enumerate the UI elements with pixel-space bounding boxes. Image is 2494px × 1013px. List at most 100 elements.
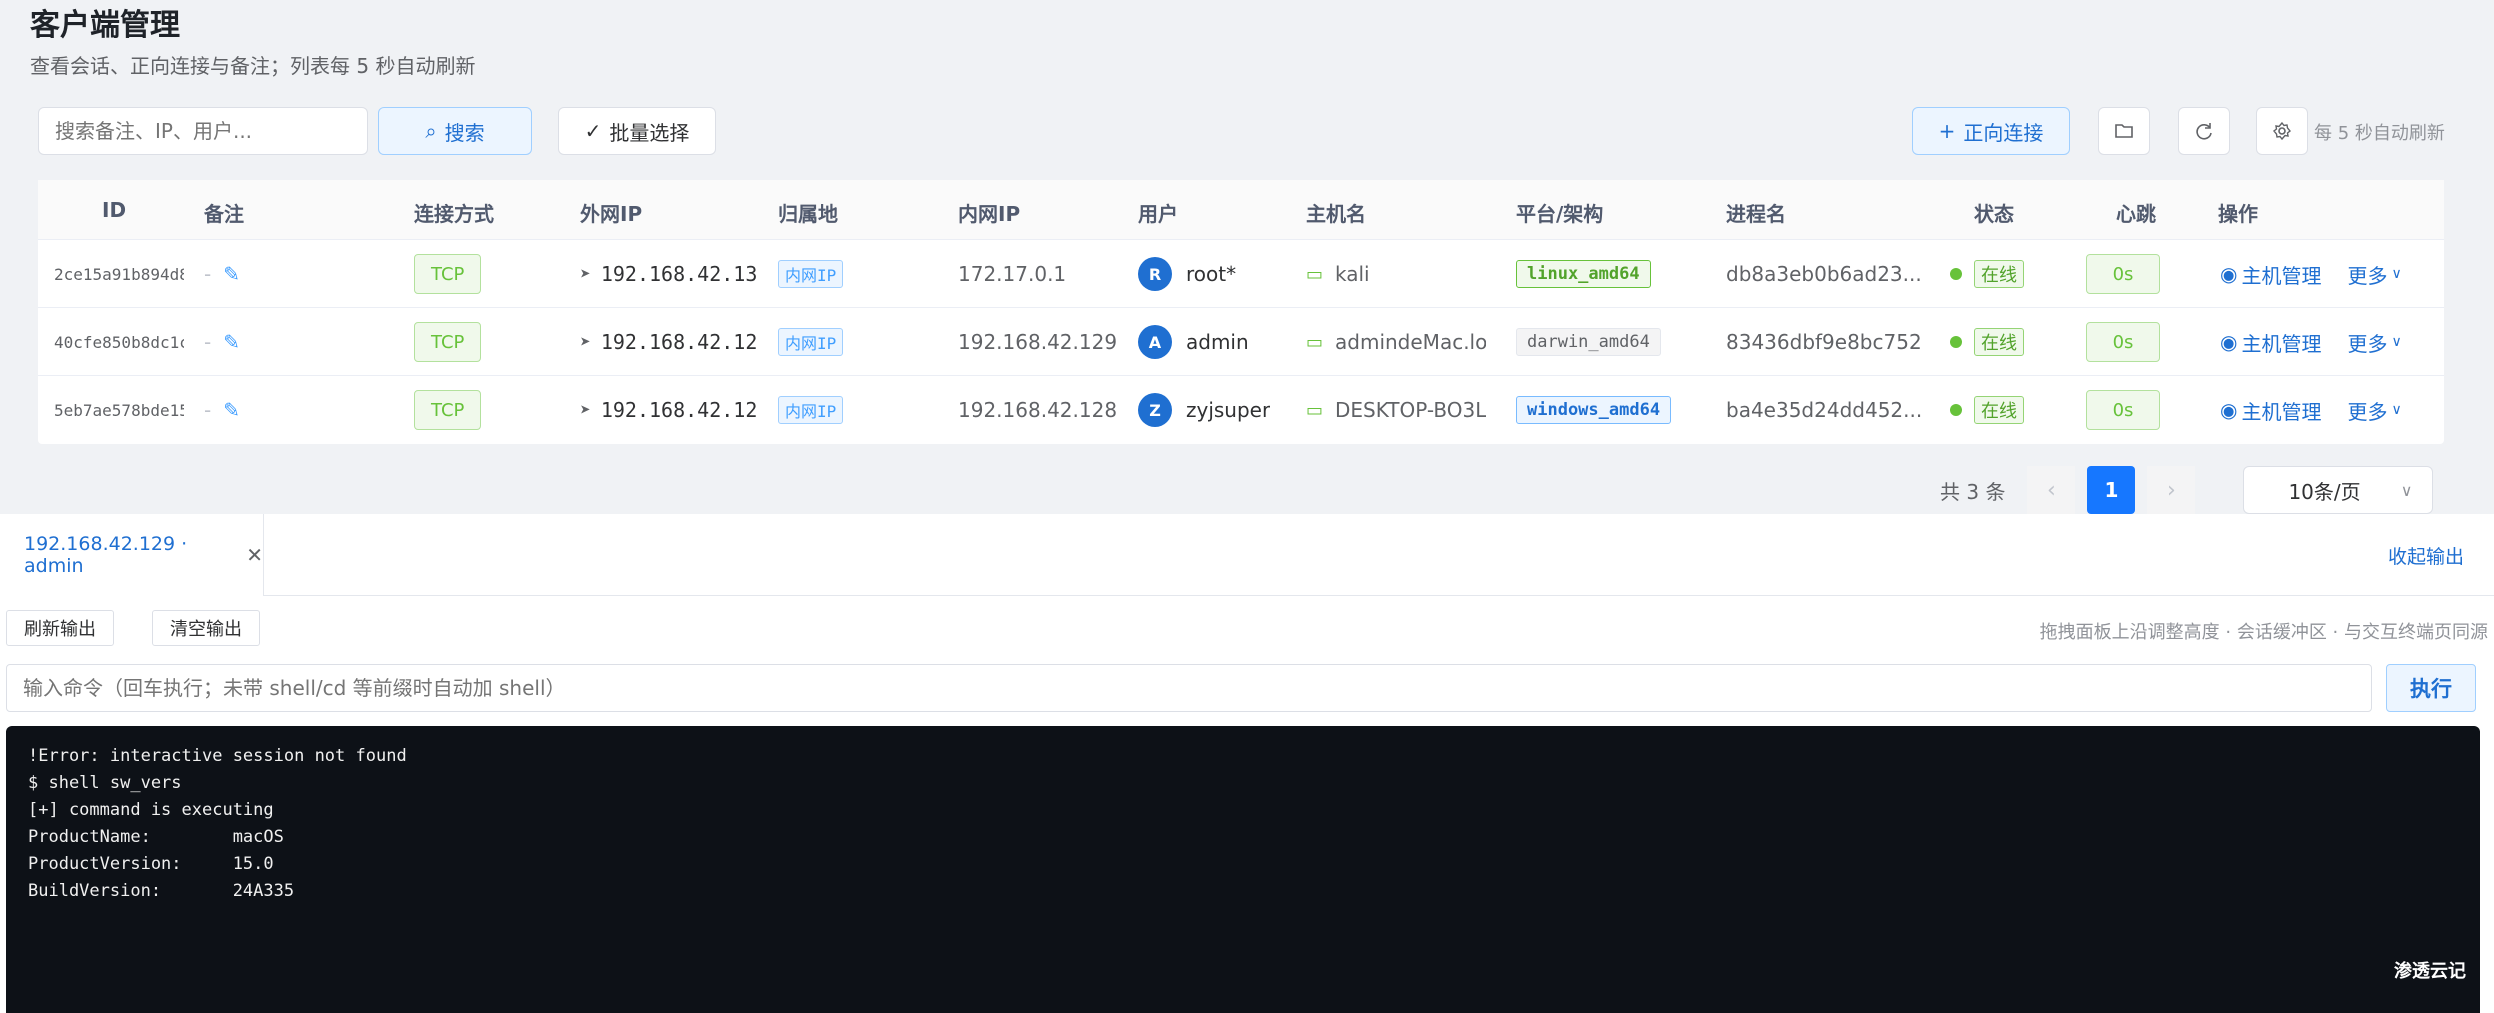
note-cell: - ✎ xyxy=(204,308,240,376)
terminal-line: BuildVersion: 24A335 xyxy=(28,881,295,901)
refresh-button[interactable] xyxy=(2178,107,2230,155)
session-tab-label: 192.168.42.129 · admin xyxy=(24,533,188,577)
client-id: 5eb7ae578bde15 xyxy=(54,400,184,420)
status-cell: 在线 xyxy=(1950,308,2024,376)
terminal-line: ProductName: macOS xyxy=(28,827,284,847)
host-name: DESKTOP-BO3L5VI xyxy=(1335,398,1486,422)
user-name: zyjsuper xyxy=(1186,398,1271,422)
table-row[interactable]: 5eb7ae578bde15 - ✎ TCP ➤ 192.168.42.128 内网… xyxy=(38,376,2444,444)
avatar: Z xyxy=(1138,393,1172,427)
conn-tag: TCP xyxy=(414,254,482,294)
platform-tag: windows_amd64 xyxy=(1516,396,1672,424)
host-cell: ▭ DESKTOP-BO3L5VI xyxy=(1306,376,1486,444)
status-dot xyxy=(1950,336,1962,348)
more-label: 更多 xyxy=(2347,263,2388,288)
folder-icon xyxy=(2115,124,2133,138)
refresh-output-button[interactable]: 刷新输出 xyxy=(6,610,114,646)
wan-ip-cell: ➤ 192.168.42.128 xyxy=(580,376,758,444)
note-cell: - ✎ xyxy=(204,240,240,308)
platform-tag: linux_amd64 xyxy=(1516,260,1651,288)
session-tab[interactable]: 192.168.42.129 · admin ✕ xyxy=(0,514,264,596)
col-wan-ip: 外网IP xyxy=(580,202,643,226)
chevron-right-icon: › xyxy=(2167,477,2176,503)
terminal-line: ProductVersion: 15.0 xyxy=(28,854,274,874)
col-actions: 操作 xyxy=(2218,202,2258,226)
table-row[interactable]: 2ce15a91b894d8 - ✎ TCP ➤ 192.168.42.133 内网… xyxy=(38,240,2444,308)
col-id: ID xyxy=(102,198,127,222)
monitor-icon: ▭ xyxy=(1306,399,1324,421)
settings-button[interactable] xyxy=(2256,107,2308,155)
panel-tabs: 192.168.42.129 · admin ✕ 收起输出 xyxy=(0,514,2494,596)
location-cell: 内网IP xyxy=(778,308,844,376)
host-manage-link[interactable]: ◉ 主机管理 xyxy=(2220,260,2321,289)
user-name: root* xyxy=(1186,262,1237,286)
check-icon: ✓ xyxy=(584,119,602,143)
col-platform: 平台/架构 xyxy=(1516,202,1604,226)
user-cell: Aadmin xyxy=(1138,308,1249,376)
platform-cell: windows_amd64 xyxy=(1516,376,1672,444)
col-process: 进程名 xyxy=(1726,202,1786,226)
location-arrow-icon: ➤ xyxy=(580,331,591,353)
output-panel: 192.168.42.129 · admin ✕ 收起输出 刷新输出 清空输出 … xyxy=(0,514,2494,1013)
user-name: admin xyxy=(1186,330,1249,354)
page-number[interactable]: 1 xyxy=(2087,466,2136,514)
edit-icon[interactable]: ✎ xyxy=(223,398,240,422)
chevron-down-icon: ∨ xyxy=(2391,266,2402,282)
prev-page-button[interactable]: ‹ xyxy=(2027,466,2076,514)
command-input[interactable] xyxy=(6,664,2372,712)
more-dropdown[interactable]: 更多 ∨ xyxy=(2347,328,2401,357)
page-title: 客户端管理 xyxy=(30,8,180,43)
next-page-button[interactable]: › xyxy=(2147,466,2196,514)
lan-ip: 192.168.42.128 xyxy=(958,398,1118,422)
collapse-output-link[interactable]: 收起输出 xyxy=(2388,542,2464,569)
lan-ip: 172.17.0.1 xyxy=(958,262,1067,286)
edit-icon[interactable]: ✎ xyxy=(223,330,240,354)
more-dropdown[interactable]: 更多 ∨ xyxy=(2347,396,2401,425)
user-cell: Zzyjsuper xyxy=(1138,376,1270,444)
clients-table: ID 备注 连接方式 外网IP 归属地 内网IP 用户 主机名 平台/架构 进程… xyxy=(38,180,2444,444)
batch-select-label: 批量选择 xyxy=(609,120,690,145)
page-size-value: 10条/页 xyxy=(2288,479,2361,504)
col-conn: 连接方式 xyxy=(414,202,494,226)
host-manage-label: 主机管理 xyxy=(2241,263,2322,288)
clear-output-button[interactable]: 清空输出 xyxy=(152,610,260,646)
wan-ip: 192.168.42.133 xyxy=(600,262,758,286)
execute-button[interactable]: 执行 xyxy=(2386,664,2476,712)
refresh-icon xyxy=(2196,123,2212,140)
heartbeat-tag: 0s xyxy=(2086,322,2160,362)
host-name: kali xyxy=(1335,262,1370,286)
search-button[interactable]: ⌕ 搜索 xyxy=(378,107,532,155)
auto-refresh-text: 每 5 秒自动刷新 xyxy=(2314,123,2445,144)
search-button-label: 搜索 xyxy=(444,120,485,145)
avatar: A xyxy=(1138,325,1172,359)
eye-icon: ◉ xyxy=(2220,398,2238,422)
search-input[interactable] xyxy=(38,107,368,155)
heartbeat-cell: 0s xyxy=(2086,240,2160,308)
terminal-output[interactable]: !Error: interactive session not found $ … xyxy=(6,726,2480,1013)
batch-select-button[interactable]: ✓ 批量选择 xyxy=(558,107,716,155)
host-manage-link[interactable]: ◉ 主机管理 xyxy=(2220,328,2321,357)
more-dropdown[interactable]: 更多 ∨ xyxy=(2347,260,2401,289)
chevron-left-icon: ‹ xyxy=(2047,477,2056,503)
terminal-line: $ shell sw_vers xyxy=(28,773,182,793)
table-row[interactable]: 40cfe850b8dc1c - ✎ TCP ➤ 192.168.42.129 内网… xyxy=(38,308,2444,376)
wan-ip-cell: ➤ 192.168.42.133 xyxy=(580,240,758,308)
col-status: 状态 xyxy=(1974,202,2014,226)
platform-cell: darwin_amd64 xyxy=(1516,308,1661,376)
close-icon[interactable]: ✕ xyxy=(246,543,263,567)
actions-cell: ◉ 主机管理 更多 ∨ xyxy=(2220,376,2402,444)
host-manage-link[interactable]: ◉ 主机管理 xyxy=(2220,396,2321,425)
actions-cell: ◉ 主机管理 更多 ∨ xyxy=(2220,240,2402,308)
platform-cell: linux_amd64 xyxy=(1516,240,1651,308)
status-badge: 在线 xyxy=(1974,328,2024,356)
page-size-select[interactable]: 10条/页 ∨ xyxy=(2243,466,2434,514)
folder-button[interactable] xyxy=(2098,107,2150,155)
user-cell: Rroot* xyxy=(1138,240,1236,308)
wan-ip: 192.168.42.129 xyxy=(600,330,758,354)
location-arrow-icon: ➤ xyxy=(580,263,591,285)
host-cell: ▭ kali xyxy=(1306,240,1486,308)
page-subtitle: 查看会话、正向连接与备注；列表每 5 秒自动刷新 xyxy=(30,54,476,78)
forward-connect-button[interactable]: + 正向连接 xyxy=(1912,107,2070,155)
edit-icon[interactable]: ✎ xyxy=(223,262,240,286)
forward-connect-label: 正向连接 xyxy=(1963,120,2044,145)
